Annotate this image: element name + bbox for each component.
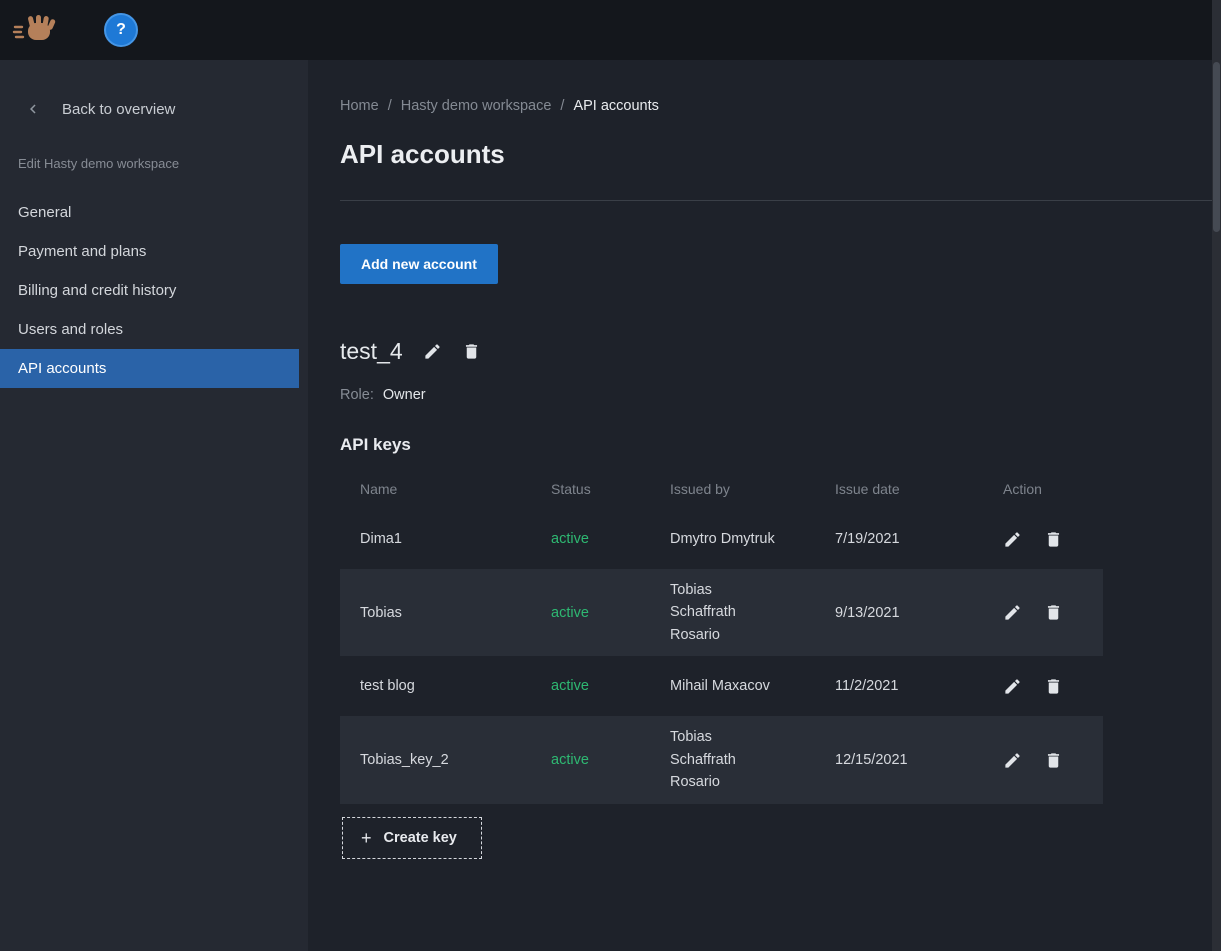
- key-name: Tobias: [340, 605, 531, 621]
- sidebar-menu: General Payment and plans Billing and cr…: [0, 193, 308, 388]
- breadcrumb-home[interactable]: Home: [340, 98, 379, 114]
- column-header-issue-date: Issue date: [815, 481, 983, 497]
- key-status: active: [531, 678, 650, 694]
- delete-key-button[interactable]: [1044, 603, 1063, 622]
- column-header-name: Name: [340, 481, 531, 497]
- key-issue-date: 7/19/2021: [815, 531, 983, 547]
- chevron-left-icon: [24, 100, 42, 118]
- pencil-icon: [1003, 603, 1022, 622]
- add-new-account-button[interactable]: Add new account: [340, 244, 498, 284]
- breadcrumb-current: API accounts: [573, 98, 658, 114]
- key-issue-date: 9/13/2021: [815, 605, 983, 621]
- back-to-overview-label: Back to overview: [62, 101, 175, 118]
- key-issued-by: Mihail Maxacov: [650, 675, 815, 697]
- pencil-icon: [423, 342, 442, 361]
- pencil-icon: [1003, 751, 1022, 770]
- delete-account-button[interactable]: [462, 342, 481, 361]
- scrollbar-thumb[interactable]: [1213, 62, 1220, 232]
- sidebar-item-billing-and-credit-history[interactable]: Billing and credit history: [0, 271, 308, 310]
- edit-key-button[interactable]: [1003, 603, 1022, 622]
- hasty-logo-icon[interactable]: [12, 13, 58, 47]
- key-actions: [983, 603, 1103, 622]
- table-header: Name Status Issued by Issue date Action: [340, 467, 1103, 509]
- sidebar-item-api-accounts[interactable]: API accounts: [0, 349, 299, 388]
- edit-key-button[interactable]: [1003, 751, 1022, 770]
- trash-icon: [1044, 677, 1063, 696]
- edit-account-button[interactable]: [423, 342, 442, 361]
- plus-icon: +: [361, 829, 372, 847]
- column-header-status: Status: [531, 481, 650, 497]
- key-issued-by: Tobias Schaffrath Rosario: [650, 579, 815, 646]
- key-name: Tobias_key_2: [340, 752, 531, 768]
- main-content: Home / Hasty demo workspace / API accoun…: [308, 60, 1221, 951]
- help-button-label: ?: [116, 21, 126, 39]
- delete-key-button[interactable]: [1044, 751, 1063, 770]
- help-button[interactable]: ?: [104, 13, 138, 47]
- account-name: test_4: [340, 338, 403, 365]
- sidebar-item-payment-and-plans[interactable]: Payment and plans: [0, 232, 308, 271]
- delete-key-button[interactable]: [1044, 677, 1063, 696]
- key-issued-by: Tobias Schaffrath Rosario: [650, 726, 815, 793]
- trash-icon: [462, 342, 481, 361]
- key-issue-date: 12/15/2021: [815, 752, 983, 768]
- api-keys-table: Name Status Issued by Issue date Action …: [340, 467, 1103, 804]
- table-row: test blog active Mihail Maxacov 11/2/202…: [340, 656, 1103, 716]
- key-actions: [983, 677, 1103, 696]
- key-name: test blog: [340, 678, 531, 694]
- role-label: Role:: [340, 387, 374, 403]
- back-to-overview-link[interactable]: Back to overview: [0, 88, 308, 130]
- column-header-issued-by: Issued by: [650, 481, 815, 497]
- sidebar-item-users-and-roles[interactable]: Users and roles: [0, 310, 308, 349]
- trash-icon: [1044, 530, 1063, 549]
- column-header-action: Action: [983, 481, 1103, 497]
- account-header: test_4: [340, 338, 1221, 365]
- breadcrumb: Home / Hasty demo workspace / API accoun…: [340, 98, 1221, 114]
- key-actions: [983, 530, 1103, 549]
- breadcrumb-separator: /: [388, 98, 392, 114]
- key-status: active: [531, 752, 650, 768]
- trash-icon: [1044, 603, 1063, 622]
- edit-key-button[interactable]: [1003, 677, 1022, 696]
- table-row: Tobias active Tobias Schaffrath Rosario …: [340, 569, 1103, 656]
- table-row: Tobias_key_2 active Tobias Schaffrath Ro…: [340, 716, 1103, 803]
- breadcrumb-separator: /: [560, 98, 564, 114]
- key-actions: [983, 751, 1103, 770]
- role-line: Role: Owner: [340, 387, 1221, 403]
- delete-key-button[interactable]: [1044, 530, 1063, 549]
- role-value: Owner: [383, 387, 426, 403]
- trash-icon: [1044, 751, 1063, 770]
- key-status: active: [531, 531, 650, 547]
- api-keys-heading: API keys: [340, 435, 1221, 455]
- divider: [340, 200, 1212, 201]
- scrollbar[interactable]: [1212, 0, 1221, 951]
- pencil-icon: [1003, 530, 1022, 549]
- topbar: ?: [0, 0, 1221, 60]
- key-issued-by: Dmytro Dmytruk: [650, 528, 815, 550]
- key-status: active: [531, 605, 650, 621]
- key-issue-date: 11/2/2021: [815, 678, 983, 694]
- key-name: Dima1: [340, 531, 531, 547]
- table-row: Dima1 active Dmytro Dmytruk 7/19/2021: [340, 509, 1103, 569]
- sidebar-subtitle: Edit Hasty demo workspace: [0, 130, 308, 179]
- pencil-icon: [1003, 677, 1022, 696]
- breadcrumb-workspace[interactable]: Hasty demo workspace: [401, 98, 552, 114]
- sidebar: Back to overview Edit Hasty demo workspa…: [0, 60, 308, 951]
- create-key-label: Create key: [384, 830, 457, 846]
- create-key-button[interactable]: + Create key: [342, 817, 482, 859]
- page-title: API accounts: [340, 139, 1221, 170]
- sidebar-item-general[interactable]: General: [0, 193, 308, 232]
- edit-key-button[interactable]: [1003, 530, 1022, 549]
